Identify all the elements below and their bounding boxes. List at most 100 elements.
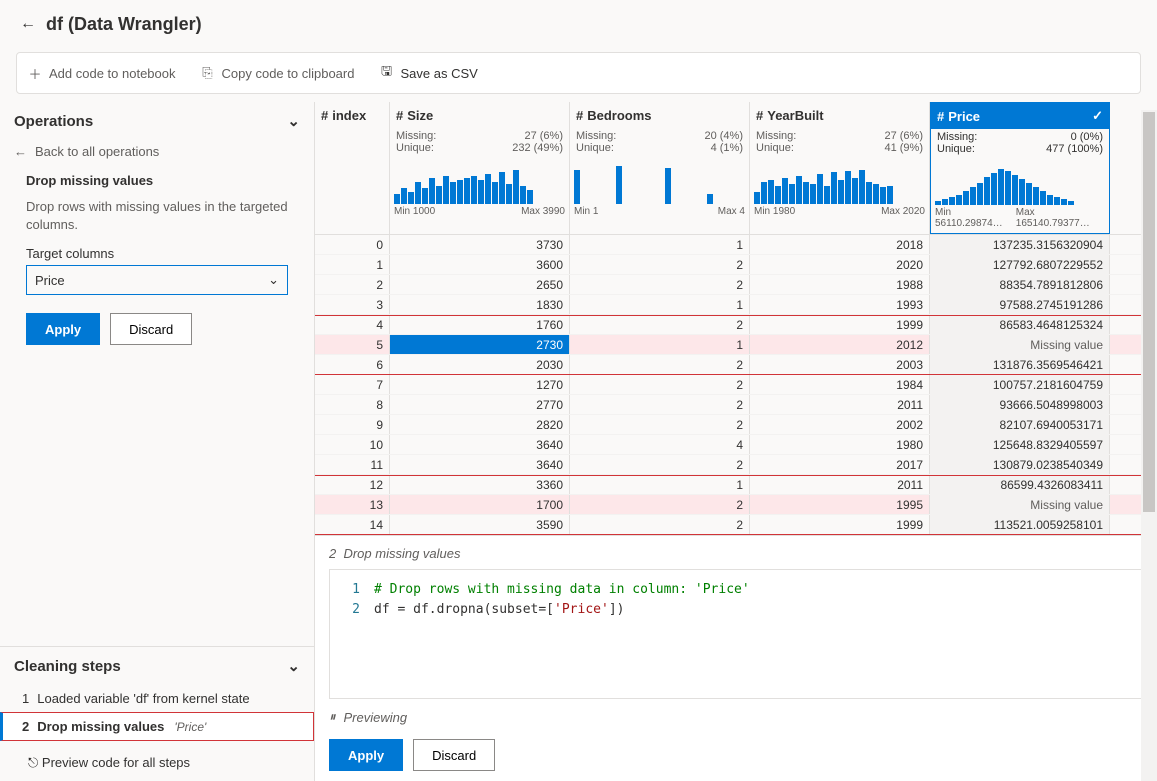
- cell-price: 86599.4326083411: [930, 476, 1110, 494]
- steps-heading-text: Cleaning steps: [14, 658, 121, 675]
- histogram-bar: [956, 195, 962, 205]
- histogram-bar: [817, 174, 823, 204]
- chevron-down-icon[interactable]: ⌄: [287, 112, 300, 130]
- column-header[interactable]: # index: [315, 102, 389, 128]
- copy-code-button[interactable]: ⎘ Copy code to clipboard: [200, 65, 355, 81]
- histogram-bar: [1012, 175, 1018, 205]
- step-sub: 'Price': [174, 720, 206, 734]
- table-row[interactable]: 5273012012Missing value: [315, 335, 1157, 355]
- column-stats: Missing:27 (6%) Unique:41 (9%): [750, 128, 929, 156]
- column-year[interactable]: # YearBuilt Missing:27 (6%) Unique:41 (9…: [750, 102, 930, 234]
- operation-description: Drop rows with missing values in the tar…: [0, 194, 314, 246]
- cell-bedrooms: 1: [570, 235, 750, 254]
- column-stats: Missing:0 (0%) Unique:477 (100%): [931, 129, 1109, 157]
- unique-label: Unique:: [396, 142, 434, 154]
- cell-yearbuilt: 1988: [750, 275, 930, 294]
- code-line: df = df.dropna(subset=['Price']): [374, 602, 624, 617]
- code-step-title: 2 Drop missing values: [329, 546, 1143, 569]
- table-row[interactable]: 13170021995Missing value: [315, 495, 1157, 515]
- apply-code-button[interactable]: Apply: [329, 739, 403, 771]
- table-row[interactable]: 1233601201186599.4326083411: [315, 475, 1157, 495]
- step-item-1[interactable]: 1 Loaded variable 'df' from kernel state: [0, 685, 314, 712]
- code-section: 2 Drop missing values 1# Drop rows with …: [315, 535, 1157, 781]
- save-csv-button[interactable]: 🖫 Save as CSV: [378, 65, 477, 81]
- cell-price: 130879.0238540349: [930, 455, 1110, 474]
- table-row[interactable]: 1360022020127792.6807229552: [315, 255, 1157, 275]
- page-title: df (Data Wrangler): [46, 14, 202, 35]
- table-row[interactable]: 7127021984100757.2181604759: [315, 375, 1157, 395]
- cell-index: 2: [315, 275, 390, 294]
- missing-value: 27 (6%): [884, 130, 923, 142]
- table-row[interactable]: 6203022003131876.3569546421: [315, 355, 1157, 375]
- histogram-bar: [401, 188, 407, 204]
- step-item-2[interactable]: 2 Drop missing values 'Price': [0, 712, 314, 741]
- add-code-button[interactable]: ＋ Add code to notebook: [27, 65, 176, 81]
- data-grid[interactable]: 0373012018137235.31563209041360022020127…: [315, 235, 1157, 535]
- cell-yearbuilt: 2003: [750, 355, 930, 374]
- column-price[interactable]: # Price✓ Missing:0 (0%) Unique:477 (100%…: [930, 102, 1110, 234]
- histogram: [390, 156, 569, 204]
- code-comment: # Drop rows with missing data in column:…: [374, 582, 750, 597]
- column-size[interactable]: # Size Missing:27 (6%) Unique:232 (49%) …: [390, 102, 570, 234]
- histogram-bar: [450, 182, 456, 204]
- operations-heading: Operations ⌄: [0, 102, 314, 136]
- cell-size: 2030: [390, 355, 570, 374]
- discard-code-button[interactable]: Discard: [413, 739, 495, 771]
- column-header[interactable]: # Bedrooms: [570, 102, 749, 128]
- cell-size: 2730: [390, 335, 570, 354]
- column-bed[interactable]: # Bedrooms Missing:20 (4%) Unique:4 (1%)…: [570, 102, 750, 234]
- table-row[interactable]: 417602199986583.4648125324: [315, 315, 1157, 335]
- preview-all-link[interactable]: ⎋ Preview code for all steps: [0, 741, 314, 781]
- histogram-bar: [1047, 195, 1053, 205]
- range-labels: Min 1980Max 2020: [750, 204, 929, 221]
- apply-button[interactable]: Apply: [26, 313, 100, 345]
- table-row[interactable]: 928202200282107.6940053171: [315, 415, 1157, 435]
- hash-icon: #: [756, 108, 763, 123]
- table-row[interactable]: 11364022017130879.0238540349: [315, 455, 1157, 475]
- cell-bedrooms: 2: [570, 395, 750, 414]
- unique-label: Unique:: [576, 142, 614, 154]
- table-row[interactable]: 318301199397588.2745191286: [315, 295, 1157, 315]
- table-row[interactable]: 827702201193666.5048998003: [315, 395, 1157, 415]
- target-columns-select[interactable]: Price ⌄: [26, 265, 288, 295]
- table-row[interactable]: 226502198888354.7891812806: [315, 275, 1157, 295]
- column-header[interactable]: # Size: [390, 102, 569, 128]
- histogram-bar: [782, 178, 788, 204]
- column-index[interactable]: # index: [315, 102, 390, 234]
- cell-bedrooms: 2: [570, 415, 750, 434]
- cell-size: 1830: [390, 295, 570, 314]
- histogram-bar: [527, 190, 533, 204]
- clipboard-icon: ⎘: [200, 65, 216, 81]
- max-label: Max 165140.79377…: [1016, 207, 1105, 229]
- cleaning-steps-panel: Cleaning steps ⌄ 1 Loaded variable 'df' …: [0, 646, 314, 781]
- cell-price: 97588.2745191286: [930, 295, 1110, 314]
- cell-size: 3600: [390, 255, 570, 274]
- hash-icon: #: [576, 108, 583, 123]
- histogram-bar: [707, 194, 713, 204]
- chevron-down-icon[interactable]: ⌄: [287, 657, 300, 675]
- add-code-label: Add code to notebook: [49, 66, 176, 81]
- table-row[interactable]: 0373012018137235.3156320904: [315, 235, 1157, 255]
- code-editor[interactable]: 1# Drop rows with missing data in column…: [329, 569, 1143, 699]
- column-label: Price: [948, 109, 980, 124]
- scrollbar[interactable]: [1141, 110, 1157, 781]
- table-row[interactable]: 10364041980125648.8329405597: [315, 435, 1157, 455]
- cell-index: 10: [315, 435, 390, 454]
- table-row[interactable]: 14359021999113521.0059258101: [315, 515, 1157, 535]
- hash-icon: #: [396, 108, 403, 123]
- scrollbar-thumb[interactable]: [1143, 112, 1155, 512]
- toolbar: ＋ Add code to notebook ⎘ Copy code to cl…: [16, 52, 1141, 94]
- previewing-status: ⏸ Previewing: [329, 699, 1143, 735]
- cell-price: 100757.2181604759: [930, 375, 1110, 394]
- discard-button[interactable]: Discard: [110, 313, 192, 345]
- cell-price: 113521.0059258101: [930, 515, 1110, 534]
- operation-title: Drop missing values: [0, 167, 314, 194]
- unique-value: 41 (9%): [884, 142, 923, 154]
- back-to-operations-link[interactable]: ← Back to all operations: [0, 136, 314, 167]
- cell-yearbuilt: 2012: [750, 335, 930, 354]
- unique-value: 477 (100%): [1046, 143, 1103, 155]
- cell-price: 93666.5048998003: [930, 395, 1110, 414]
- column-header[interactable]: # YearBuilt: [750, 102, 929, 128]
- back-arrow-icon[interactable]: ←: [20, 15, 36, 33]
- column-header[interactable]: # Price✓: [931, 103, 1109, 129]
